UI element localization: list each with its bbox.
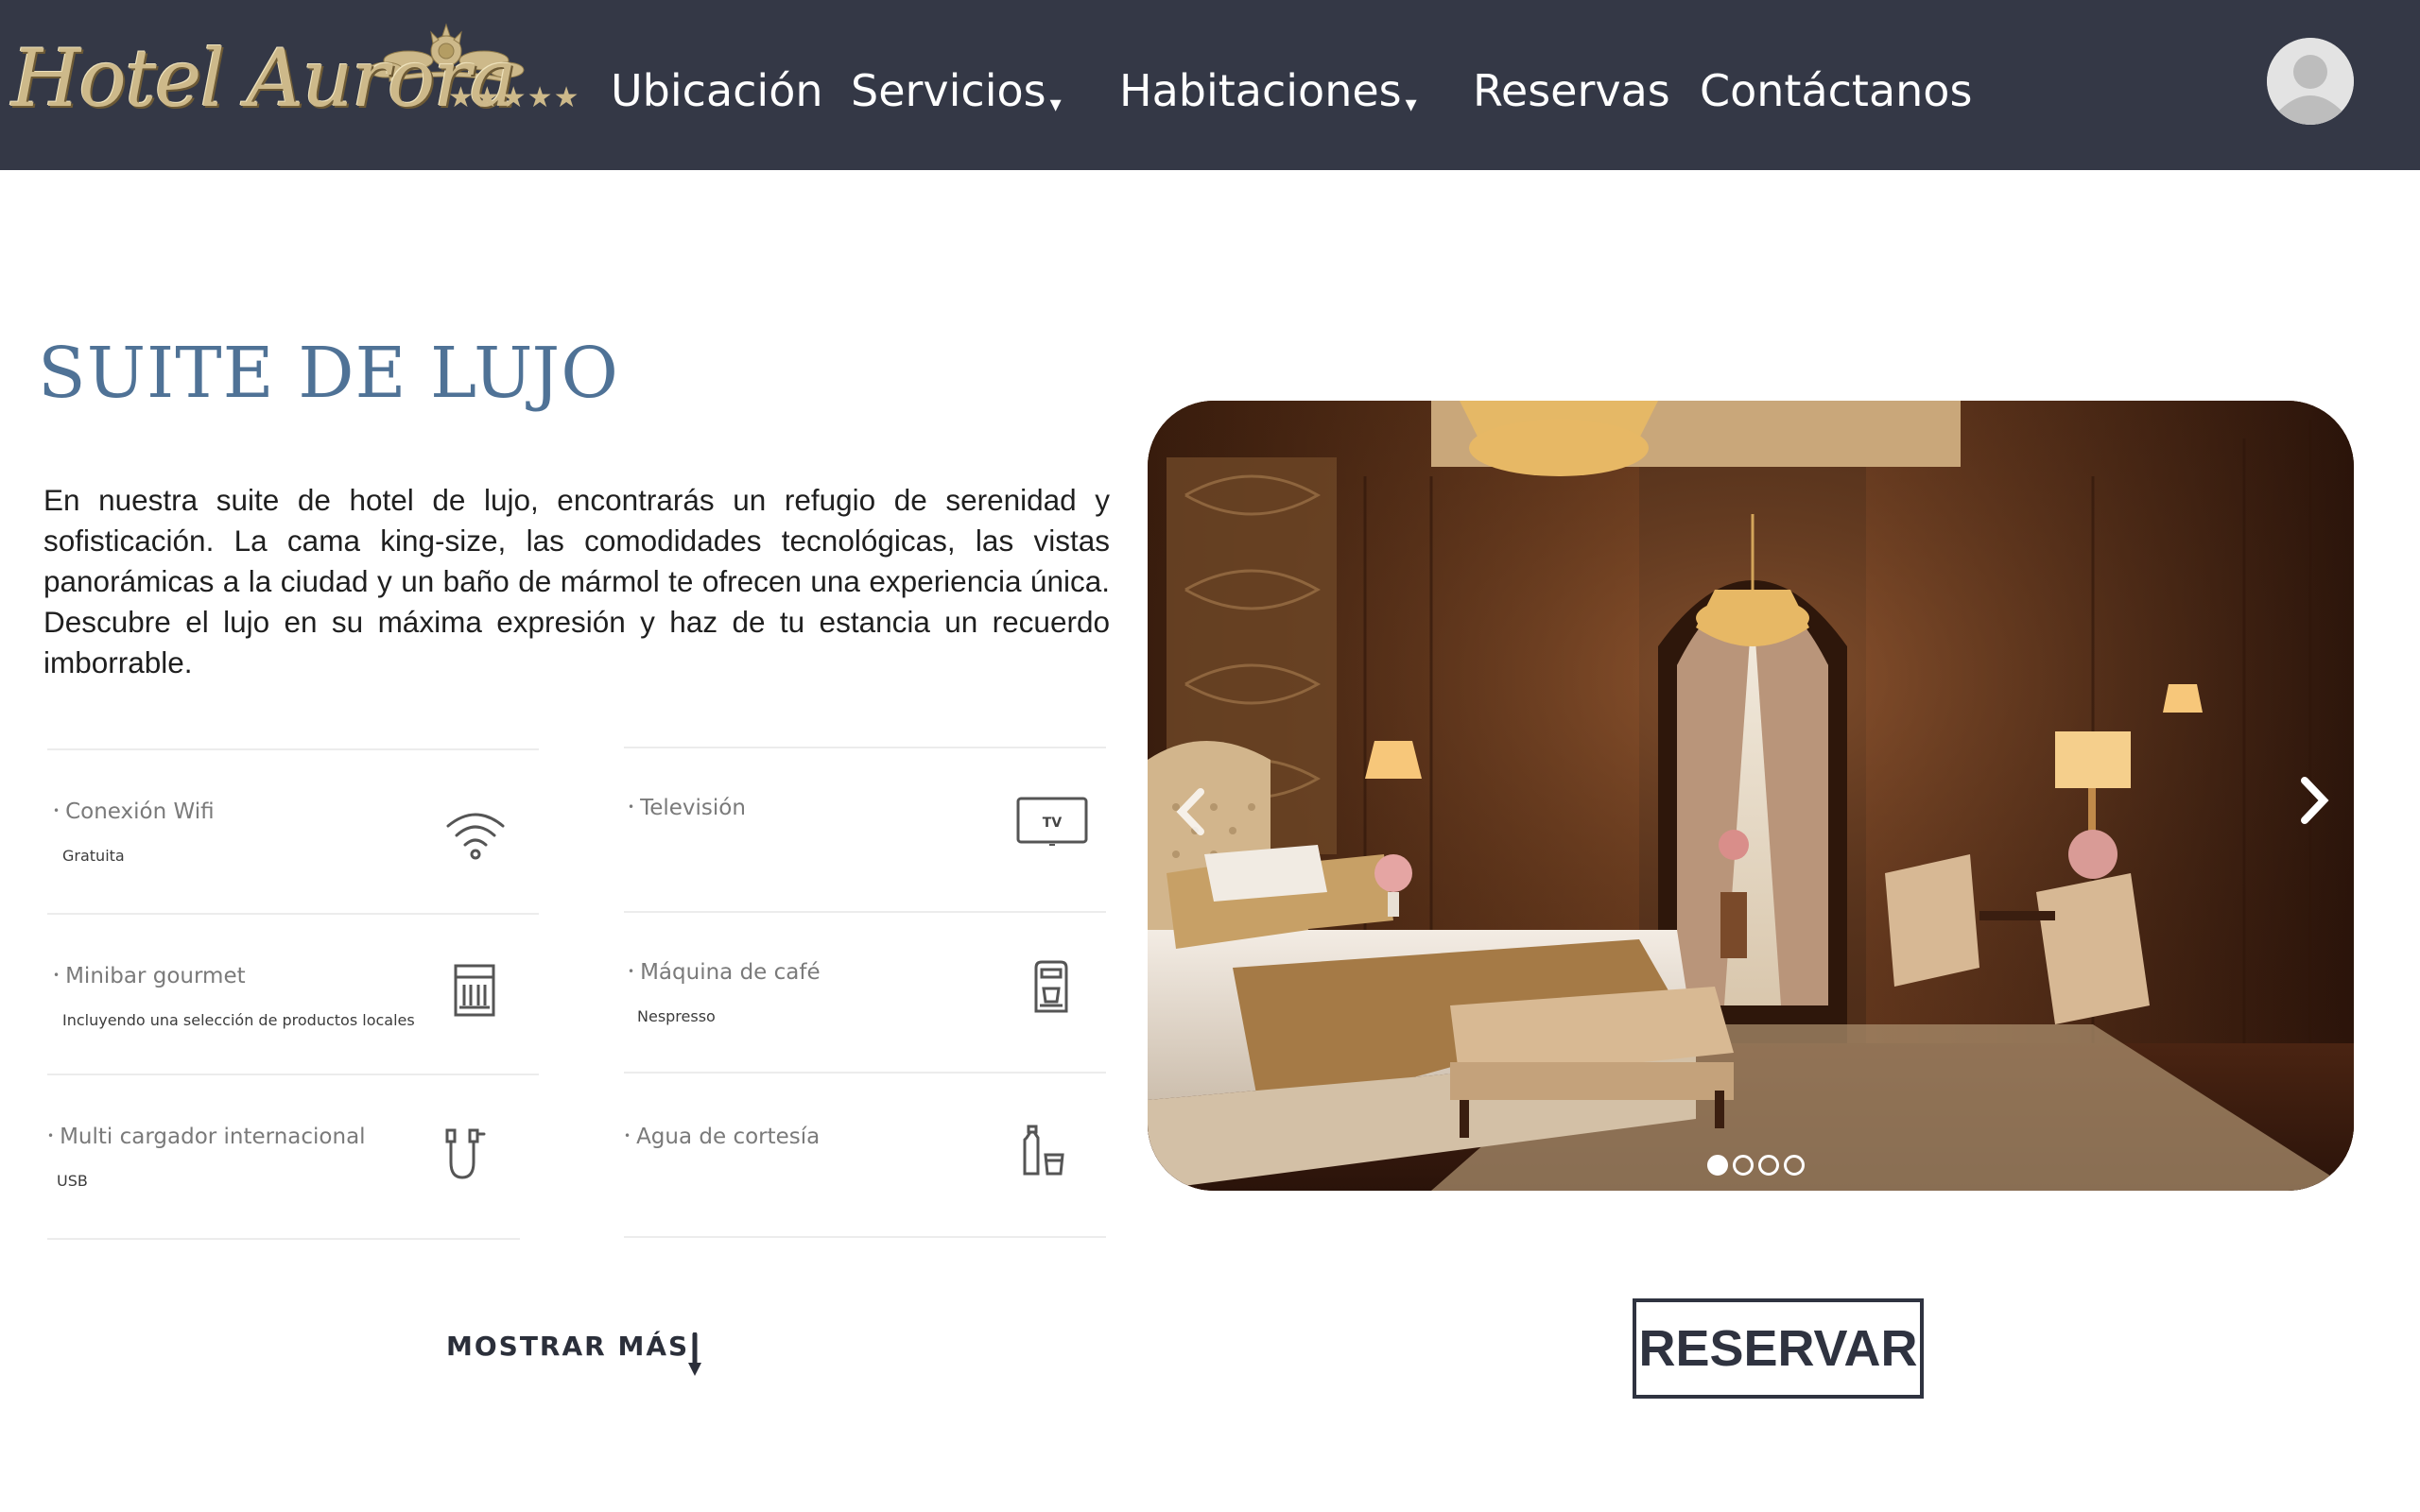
chevron-down-icon: ▾ bbox=[1049, 91, 1062, 117]
nav-item-habitaciones[interactable]: Habitaciones ▾ bbox=[1119, 62, 1417, 119]
carousel-indicators bbox=[1707, 1155, 1811, 1176]
bullet-icon: • bbox=[53, 804, 60, 817]
charger-icon bbox=[445, 1128, 486, 1179]
hotel-logo[interactable]: Hotel Aurora ★★★★★ bbox=[11, 19, 579, 132]
nav-item-label: Contáctanos bbox=[1700, 65, 1973, 116]
bullet-icon: • bbox=[624, 1129, 631, 1143]
divider bbox=[47, 748, 539, 750]
bullet-icon: • bbox=[628, 800, 635, 814]
nav-item-label: Ubicación bbox=[611, 65, 823, 116]
amenity-wifi: • Conexión Wifi Gratuita bbox=[53, 799, 582, 932]
user-avatar[interactable] bbox=[2267, 38, 2354, 125]
amenity-name: Multi cargador internacional bbox=[60, 1125, 366, 1149]
nav-item-servicios[interactable]: Servicios ▾ bbox=[851, 62, 1062, 119]
amenity-minibar: • Minibar gourmet Incluyendo una selecció… bbox=[53, 964, 582, 1096]
carousel-next-icon[interactable] bbox=[2286, 767, 2342, 833]
amenity-coffee: • Máquina de café Nespresso bbox=[628, 960, 1157, 1092]
amenity-detail: Gratuita bbox=[62, 847, 125, 865]
room-title: SUITE DE LUJO bbox=[38, 333, 619, 414]
nav-item-reservas[interactable]: Reservas bbox=[1473, 62, 1670, 119]
carousel-dot-2[interactable] bbox=[1733, 1155, 1754, 1176]
arrow-down-icon[interactable] bbox=[681, 1332, 709, 1378]
amenity-detail: USB bbox=[57, 1172, 88, 1190]
divider bbox=[624, 747, 1106, 748]
nav-item-label: Habitaciones bbox=[1119, 65, 1402, 116]
amenity-name: Máquina de café bbox=[640, 960, 821, 985]
nav-item-ubicacion[interactable]: Ubicación bbox=[611, 62, 823, 119]
room-photo bbox=[1148, 401, 2354, 1191]
carousel-dot-1[interactable] bbox=[1707, 1155, 1728, 1176]
amenity-detail: Nespresso bbox=[637, 1007, 716, 1025]
logo-stars: ★★★★★ bbox=[448, 82, 580, 113]
amenities-grid: • Conexión Wifi Gratuita • Televisión TV •… bbox=[0, 737, 1134, 1247]
water-bottle-icon bbox=[1023, 1125, 1064, 1176]
bullet-icon: • bbox=[628, 965, 635, 978]
tv-icon: TV bbox=[1016, 797, 1088, 846]
bullet-icon: • bbox=[53, 969, 60, 982]
chevron-down-icon: ▾ bbox=[1405, 91, 1417, 117]
nav-item-contactanos[interactable]: Contáctanos bbox=[1700, 62, 1972, 119]
amenity-tv: • Televisión TV bbox=[628, 796, 1157, 928]
amenity-water: • Agua de cortesía bbox=[624, 1125, 1153, 1257]
amenity-name: Agua de cortesía bbox=[636, 1125, 821, 1149]
nav-item-label: Servicios bbox=[851, 65, 1046, 116]
carousel-dot-4[interactable] bbox=[1784, 1155, 1805, 1176]
show-more-button[interactable]: MOSTRAR MÁS bbox=[446, 1331, 689, 1362]
tv-icon-text: TV bbox=[1043, 816, 1063, 831]
amenity-detail: Incluyendo una selección de productos lo… bbox=[62, 1011, 415, 1029]
bullet-icon: • bbox=[47, 1129, 55, 1143]
amenity-name: Televisión bbox=[640, 796, 746, 820]
amenity-name: Minibar gourmet bbox=[65, 964, 246, 988]
wifi-icon bbox=[446, 813, 505, 860]
top-navbar: Hotel Aurora ★★★★★ Ubicación Servicios ▾ … bbox=[0, 0, 2420, 170]
minibar-icon bbox=[454, 964, 495, 1017]
coffee-machine-icon bbox=[1034, 960, 1068, 1013]
user-icon bbox=[2267, 38, 2354, 125]
room-description: En nuestra suite de hotel de lujo, encon… bbox=[43, 483, 1110, 679]
logo-text: Hotel Aurora bbox=[11, 32, 517, 125]
nav-item-label: Reservas bbox=[1473, 65, 1670, 116]
amenity-charger: • Multi cargador internacional USB bbox=[47, 1125, 577, 1257]
amenity-name: Conexión Wifi bbox=[65, 799, 215, 824]
room-carousel[interactable] bbox=[1148, 401, 2354, 1191]
carousel-prev-icon[interactable] bbox=[1163, 779, 1219, 845]
reserve-button[interactable]: RESERVAR bbox=[1633, 1298, 1924, 1399]
carousel-dot-3[interactable] bbox=[1758, 1155, 1779, 1176]
